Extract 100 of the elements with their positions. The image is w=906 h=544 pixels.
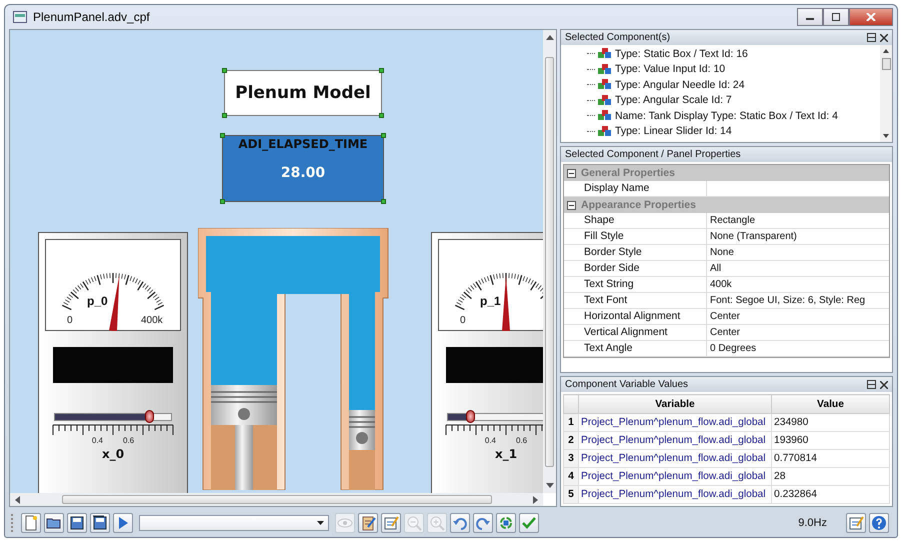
row-number: 2: [564, 432, 578, 450]
property-name: Shape: [581, 213, 707, 228]
pencil-icon: [848, 515, 864, 531]
new-button[interactable]: [21, 513, 41, 533]
property-name: Text String: [581, 277, 707, 292]
tree-item[interactable]: Type: Angular Scale Id: 7: [615, 94, 732, 106]
close-icon[interactable]: [880, 380, 888, 388]
save-button[interactable]: [67, 513, 87, 533]
property-value[interactable]: 0 Degrees: [707, 341, 889, 356]
zoom-in-icon: [429, 515, 445, 531]
scrollbar-thumb[interactable]: [545, 56, 554, 466]
close-icon: [866, 13, 876, 21]
slider-thumb[interactable]: [466, 410, 476, 423]
properties-button[interactable]: [358, 513, 378, 533]
collapse-icon[interactable]: [567, 168, 576, 178]
vertical-scrollbar[interactable]: [543, 30, 556, 493]
new-page-icon: [23, 515, 39, 531]
column-header[interactable]: Value: [772, 394, 890, 414]
slider-thumb[interactable]: [145, 410, 154, 423]
selection-handle[interactable]: [220, 133, 225, 138]
tree-item[interactable]: Type: Value Input Id: 10: [615, 63, 726, 76]
variable-cell: Project_Plenum^plenum_flow.adi_global: [578, 450, 772, 468]
scrollbar-thumb[interactable]: [882, 58, 890, 70]
tree-item[interactable]: Type: Static Box / Text Id: 16: [615, 48, 748, 60]
cubes-icon: [598, 48, 612, 60]
dropdown[interactable]: [139, 515, 329, 531]
selection-handle[interactable]: [381, 133, 386, 138]
property-value[interactable]: Center: [707, 309, 889, 324]
edit-button[interactable]: [381, 513, 401, 533]
check-button[interactable]: [519, 513, 539, 533]
save-all-button[interactable]: [90, 513, 110, 533]
property-value[interactable]: Rectangle: [707, 213, 889, 228]
close-button[interactable]: [849, 8, 893, 26]
selection-handle[interactable]: [222, 113, 227, 118]
selection-handle[interactable]: [381, 199, 386, 204]
undo-button[interactable]: [450, 513, 470, 533]
scrollbar-thumb[interactable]: [62, 495, 492, 504]
run-button[interactable]: [113, 513, 133, 533]
check-icon: [521, 515, 537, 531]
help-icon: [871, 515, 887, 531]
undo-icon: [452, 515, 468, 531]
property-value[interactable]: Font: Segoe UI, Size: 6, Style: Reg: [707, 293, 889, 308]
cubes-icon: [598, 94, 612, 106]
scroll-down-icon[interactable]: [883, 134, 889, 138]
horizontal-scrollbar[interactable]: [10, 493, 543, 506]
slider-label: x_0: [102, 447, 124, 461]
selection-handle[interactable]: [222, 68, 227, 73]
edit-button[interactable]: [846, 513, 866, 533]
panel-title: Component Variable Values: [565, 379, 690, 390]
row-number: 5: [564, 486, 578, 504]
value-cell: 28: [772, 468, 890, 486]
scale-label: 0: [67, 315, 73, 326]
value-display[interactable]: ADI_ELAPSED_TIME 28.00: [222, 135, 384, 202]
variable-cell: Project_Plenum^plenum_flow.adi_global: [578, 414, 772, 432]
tree-item[interactable]: Type: Linear Slider Id: 14: [615, 125, 732, 138]
scroll-up-icon[interactable]: [883, 49, 889, 53]
help-button[interactable]: [869, 513, 889, 533]
minimize-button[interactable]: [797, 8, 823, 26]
cubes-icon: [598, 110, 612, 122]
column-header[interactable]: Variable: [578, 394, 772, 414]
variable-cell: Project_Plenum^plenum_flow.adi_global: [578, 468, 772, 486]
restore-icon[interactable]: [867, 33, 876, 42]
property-value[interactable]: All: [707, 261, 889, 276]
dial-label: p_1: [480, 294, 501, 308]
variable-cell: Project_Plenum^plenum_flow.adi_global: [578, 486, 772, 504]
collapse-icon[interactable]: [567, 200, 576, 210]
refresh-button[interactable]: [496, 513, 516, 533]
title-box[interactable]: Plenum Model: [224, 70, 382, 116]
maximize-button[interactable]: [823, 8, 849, 26]
pencil-icon: [383, 515, 399, 531]
gauge-panel[interactable]: 0 400k p_0 0.4 0.6 x_0: [38, 232, 188, 493]
property-value[interactable]: None: [707, 245, 889, 260]
open-button[interactable]: [44, 513, 64, 533]
slider-track[interactable]: [54, 413, 172, 421]
value-label: ADI_ELAPSED_TIME: [238, 137, 368, 151]
property-name: Display Name: [581, 181, 707, 196]
slider-track[interactable]: [447, 413, 543, 421]
property-value[interactable]: Center: [707, 325, 889, 340]
tree-item[interactable]: Name: Tank Display Type: Static Box / Text Id: 4: [615, 110, 838, 122]
needle[interactable]: [109, 275, 120, 331]
scroll-left-icon[interactable]: [14, 496, 20, 504]
restore-icon[interactable]: [867, 380, 876, 389]
close-icon[interactable]: [880, 34, 888, 42]
scroll-up-icon[interactable]: [546, 34, 554, 40]
value-cell: 0.232864: [772, 486, 890, 504]
scroll-right-icon[interactable]: [533, 496, 539, 504]
redo-button[interactable]: [473, 513, 493, 533]
gauge-panel[interactable]: 0 p_1 0.4 0.6 x_1: [431, 232, 543, 493]
selection-handle[interactable]: [379, 68, 384, 73]
vertical-scrollbar[interactable]: [880, 45, 892, 142]
selection-handle[interactable]: [220, 199, 225, 204]
value-reading: 28.00: [280, 165, 326, 181]
row-number: 1: [564, 414, 578, 432]
property-value[interactable]: None (Transparent): [707, 229, 889, 244]
selection-handle[interactable]: [379, 113, 384, 118]
row-number: 3: [564, 450, 578, 468]
tree-item[interactable]: Type: Angular Needle Id: 24: [615, 78, 745, 91]
property-value[interactable]: 400k: [707, 277, 889, 292]
slider-label: x_1: [494, 447, 518, 461]
scroll-down-icon[interactable]: [546, 483, 554, 489]
